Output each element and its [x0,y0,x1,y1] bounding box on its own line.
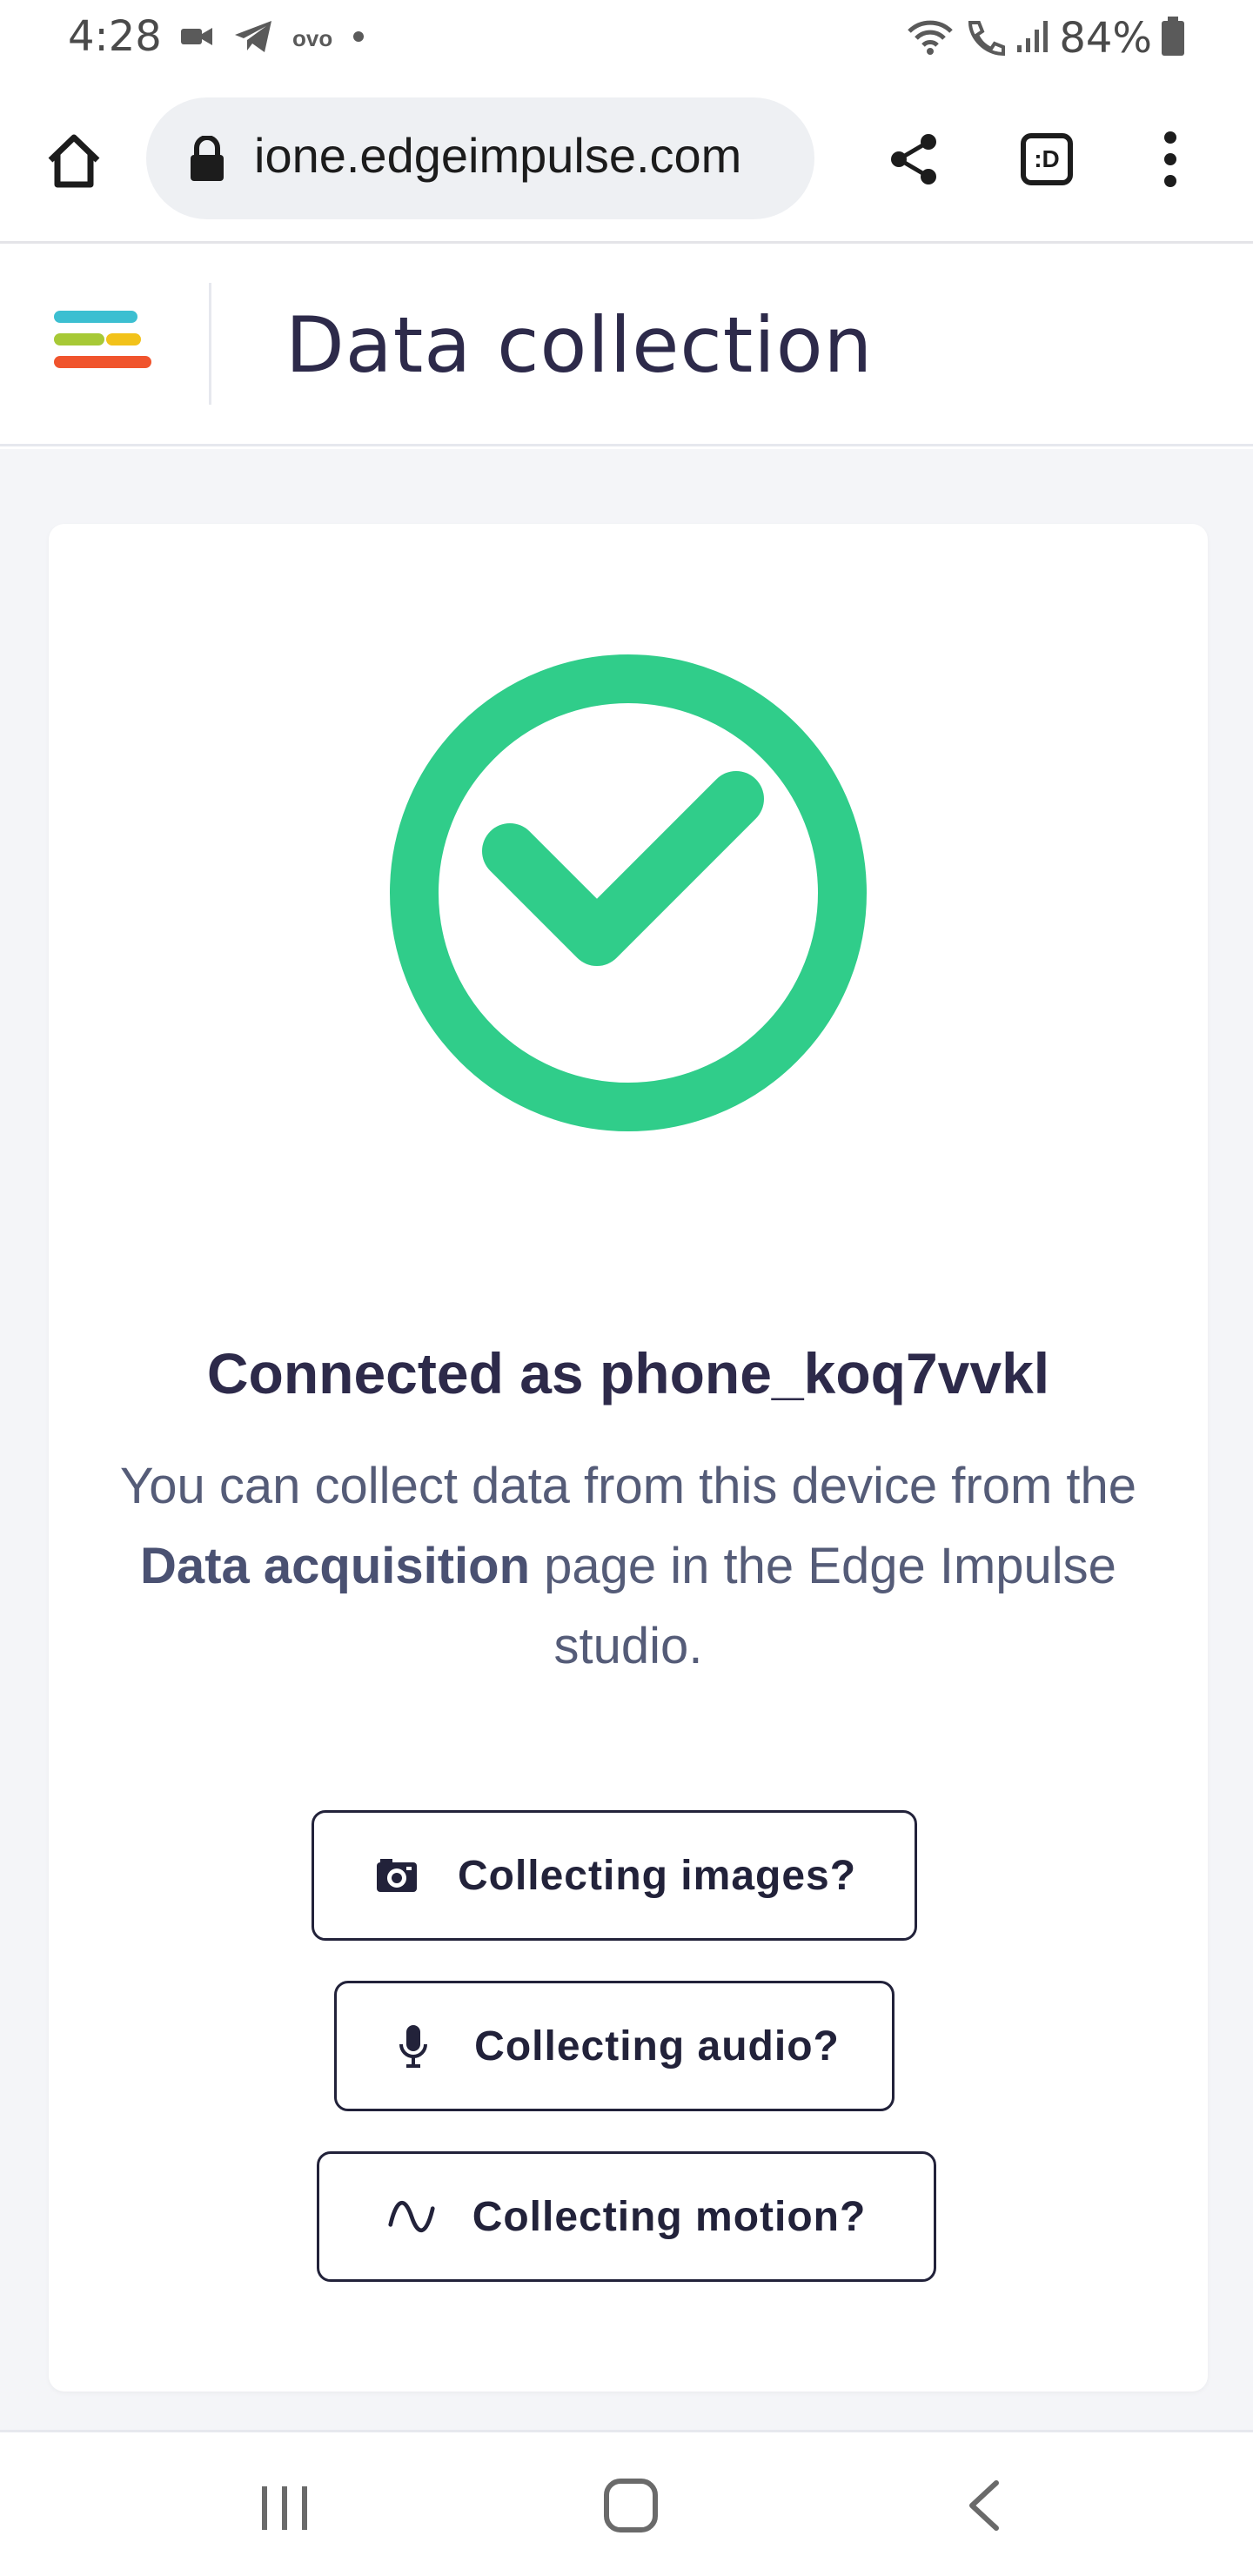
collecting-images-button[interactable]: Collecting images? [312,1810,917,1941]
battery-icon [1161,16,1185,61]
back-button[interactable] [936,2471,1032,2540]
connection-description: You can collect data from this device fr… [106,1446,1150,1687]
recent-apps-button[interactable] [237,2478,332,2539]
page-title: Data collection [285,300,874,390]
collecting-audio-label: Collecting audio? [474,2023,840,2070]
description-text-start: You can collect data from this device fr… [119,1458,1137,1514]
more-vertical-icon [1164,131,1176,187]
header-divider [209,283,211,405]
dot-icon [352,30,365,48]
check-circle-icon [390,654,867,1131]
browser-menu-button[interactable] [1131,120,1209,198]
wifi-icon [906,17,955,60]
lock-icon [188,135,226,187]
url-text: ione.edgeimpulse.com [254,128,742,183]
data-acquisition-label: Data acquisition [140,1538,531,1594]
share-icon [891,134,936,184]
camera-icon [372,1851,421,1900]
back-chevron-icon [969,2480,999,2531]
system-navigation-bar [0,2430,1253,2576]
browser-toolbar: ione.edgeimpulse.com :D [0,78,1253,244]
call-icon [963,17,1007,60]
main-content: Connected as phone_koq7vvkl You can coll… [0,449,1253,2430]
ovo-icon: ovo [292,24,333,51]
home-icon [48,134,100,188]
status-time: 4:28 [68,12,162,61]
address-bar[interactable]: ione.edgeimpulse.com [146,97,814,219]
edge-impulse-logo[interactable] [52,307,157,386]
connection-card: Connected as phone_koq7vvkl You can coll… [49,524,1208,2392]
system-home-button[interactable] [583,2471,679,2540]
status-right: 84% [906,12,1185,64]
description-text-end: page in the Edge Impulse studio. [530,1538,1116,1674]
tab-switcher-button[interactable]: :D [1008,120,1086,198]
collecting-motion-button[interactable]: Collecting motion? [317,2151,936,2282]
collecting-motion-label: Collecting motion? [472,2193,867,2240]
status-left-icons: ovo [179,19,365,57]
wave-icon [387,2192,436,2241]
microphone-icon [389,2022,438,2070]
browser-home-button[interactable] [35,122,113,200]
home-square-icon [604,2479,658,2532]
battery-percent: 84% [1059,14,1152,63]
telegram-icon [233,19,273,58]
video-call-icon [179,23,214,54]
status-bar: 4:28 ovo 84% [0,0,1253,78]
collecting-images-label: Collecting images? [457,1852,857,1899]
tab-count: :D [1021,133,1073,185]
share-button[interactable] [875,120,954,198]
connected-title: Connected as phone_koq7vvkl [206,1341,1050,1405]
signal-icon [1015,19,1050,58]
app-header: Data collection [0,246,1253,446]
recent-apps-icon [262,2486,307,2530]
collecting-audio-button[interactable]: Collecting audio? [334,1981,895,2111]
